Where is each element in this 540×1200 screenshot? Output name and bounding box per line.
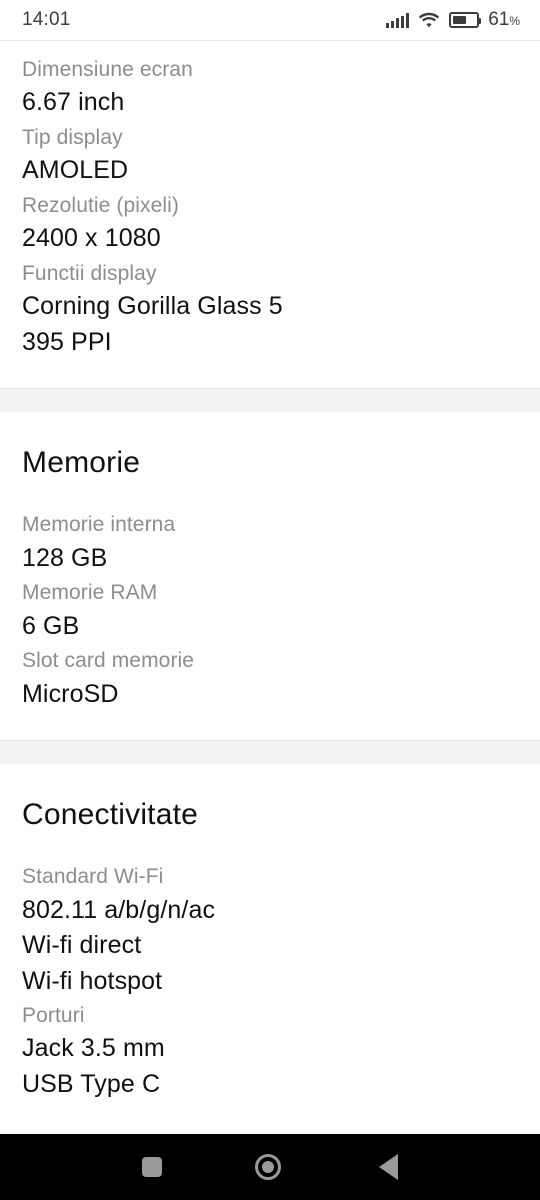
spec-value: Wi-fi direct [22, 931, 142, 959]
section-display: Dimensiune ecran 6.67 inch Tip display A… [0, 41, 540, 389]
back-button[interactable] [353, 1134, 423, 1200]
section-title: Memorie [22, 446, 141, 480]
section-conectivitate: Conectivitate Standard Wi-Fi 802.11 a/b/… [0, 764, 540, 1105]
spec-label: Memorie interna [22, 513, 176, 537]
android-nav-bar [0, 1134, 540, 1200]
spec-row: Functii display Corning Gorilla Glass 5 … [22, 259, 518, 362]
section-divider [0, 740, 540, 765]
spec-value: USB Type C [22, 1069, 161, 1098]
spec-row: Dimensiune ecran 6.67 inch [22, 55, 518, 123]
spec-label: Porturi [22, 1004, 85, 1027]
section-memorie: Memorie Memorie interna 128 GB Memorie R… [0, 412, 540, 741]
spec-value: Wi-fi hotspot [22, 966, 163, 995]
spec-label: Functii display [22, 261, 157, 285]
recents-button[interactable] [117, 1134, 187, 1200]
circle-icon [255, 1154, 281, 1180]
spec-label: Dimensiune ecran [22, 58, 193, 81]
spec-row: Memorie interna 128 GB [22, 510, 518, 578]
section-divider [0, 388, 540, 413]
spec-value: 6.67 inch [22, 88, 125, 117]
spec-label: Memorie RAM [22, 581, 158, 605]
spec-label: Rezolutie (pixeli) [22, 193, 180, 217]
spec-label: Tip display [22, 125, 123, 149]
spec-row: Memorie RAM 6 GB [22, 578, 518, 646]
battery-icon [449, 12, 482, 28]
phone-screen: 14:01 61% Dimensiune ecran 6.67 inch Tip… [0, 0, 540, 1200]
spec-value: MicroSD [22, 679, 119, 708]
spec-value: 395 PPI [22, 327, 112, 356]
spec-row: Tip display AMOLED [22, 123, 518, 191]
status-icons: 61% [386, 9, 520, 31]
spec-value: AMOLED [22, 156, 129, 185]
spec-value: 128 GB [22, 543, 108, 572]
spec-value: Jack 3.5 mm [22, 1034, 165, 1063]
battery-percent: 61% [488, 9, 520, 30]
spec-row: Rezolutie (pixeli) 2400 x 1080 [22, 191, 518, 259]
wifi-icon [418, 12, 440, 28]
spec-value: 2400 x 1080 [22, 224, 161, 253]
spec-label: Slot card memorie [22, 649, 195, 673]
status-time: 14:01 [22, 9, 71, 30]
home-button[interactable] [233, 1134, 303, 1200]
spec-row: Slot card memorie MicroSD [22, 646, 518, 714]
spec-value: 6 GB [22, 611, 80, 640]
section-title: Conectivitate [22, 798, 199, 832]
spec-row: Standard Wi-Fi 802.11 a/b/g/n/ac Wi-fi d… [22, 862, 518, 1001]
spec-list[interactable]: Dimensiune ecran 6.67 inch Tip display A… [0, 41, 540, 1105]
signal-bars-icon [386, 12, 410, 28]
spec-row: Porturi Jack 3.5 mm USB Type C [22, 1001, 518, 1104]
triangle-left-icon [378, 1154, 398, 1180]
spec-value: Corning Gorilla Glass 5 [22, 292, 283, 321]
spec-label: Standard Wi-Fi [22, 865, 164, 889]
status-bar: 14:01 61% [0, 0, 540, 40]
spec-value: 802.11 a/b/g/n/ac [22, 895, 216, 924]
square-icon [142, 1157, 162, 1177]
